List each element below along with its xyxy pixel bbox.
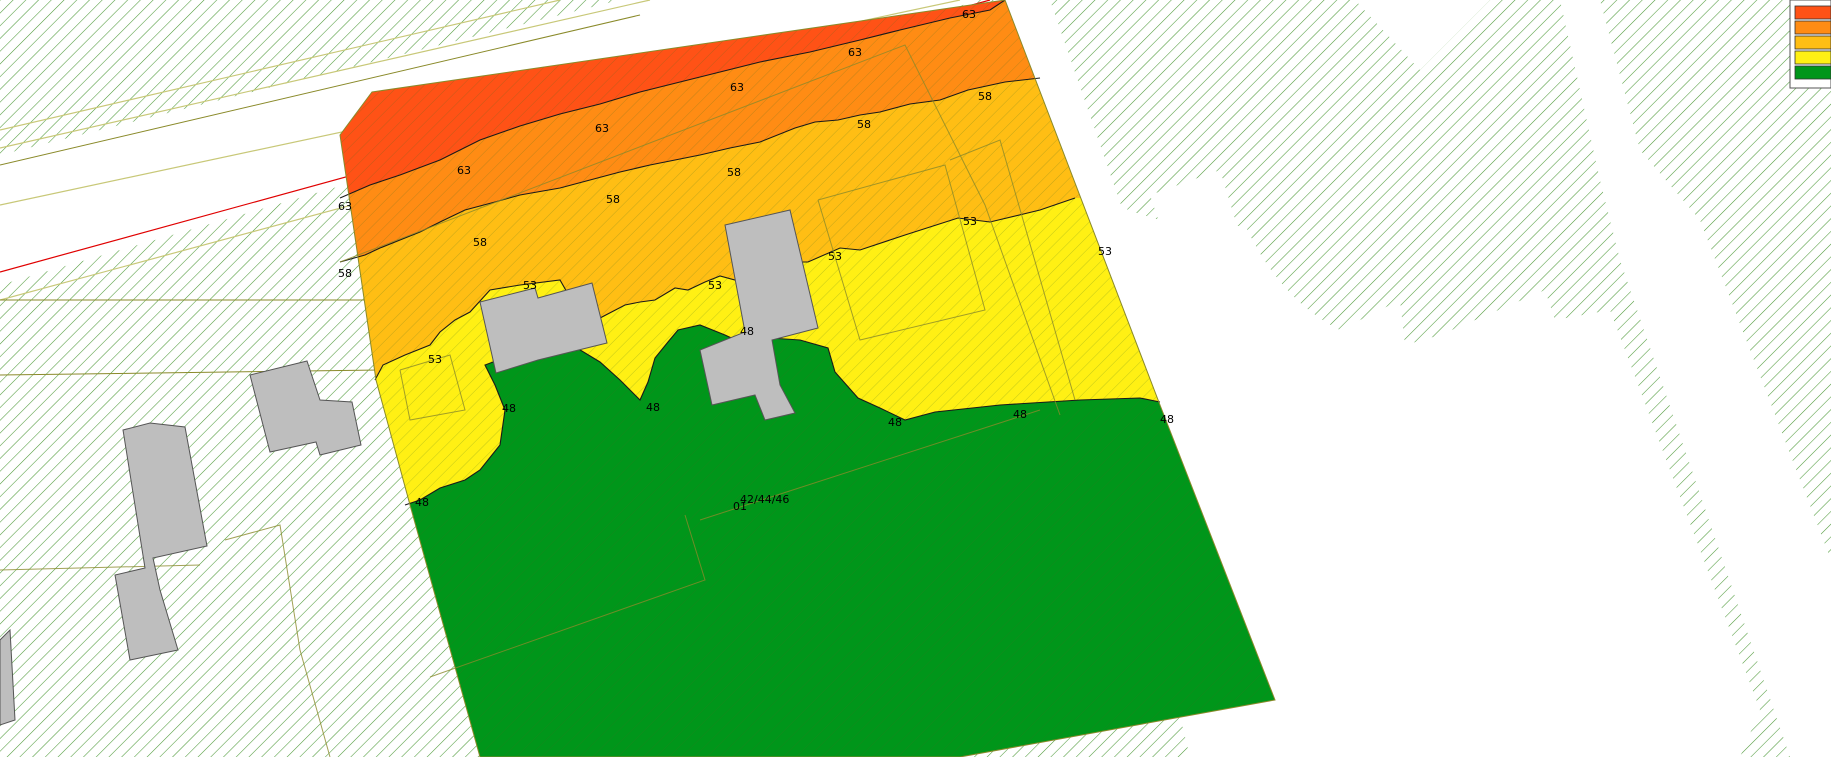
contour-label-63: 63 [848,46,862,59]
legend-swatch [1794,5,1831,20]
contour-label-48: 48 [740,325,754,338]
contour-label-58: 58 [338,267,352,280]
contour-label-53: 53 [708,279,722,292]
contour-label-63: 63 [338,200,352,213]
contour-label-53: 53 [523,279,537,292]
contour-label-53: 53 [1098,245,1112,258]
contour-label-58: 58 [857,118,871,131]
contour-label-58: 58 [727,166,741,179]
contour-label-48: 48 [415,496,429,509]
legend-swatch [1794,65,1831,80]
legend-swatch [1794,20,1831,35]
contour-label-63: 63 [457,164,471,177]
contour-label-58: 58 [978,90,992,103]
legend-swatch [1794,35,1831,50]
receiver-point-value: 42/44/46 [740,493,789,506]
contour-label-48: 48 [1160,413,1174,426]
contour-label-63: 63 [962,8,976,21]
contour-label-48: 48 [502,402,516,415]
contour-label-63: 63 [730,81,744,94]
contour-label-58: 58 [473,236,487,249]
noise-contour-map: 63 63 63 63 63 63 58 58 58 58 58 58 53 5… [0,0,1831,757]
contour-label-48: 48 [1013,408,1027,421]
legend-swatch [1794,50,1831,65]
legend [1789,0,1831,89]
contour-label-53: 53 [428,353,442,366]
contour-label-63: 63 [595,122,609,135]
contour-label-58: 58 [606,193,620,206]
contour-label-48: 48 [888,416,902,429]
contour-label-53: 53 [828,250,842,263]
contour-label-53: 53 [963,215,977,228]
contour-label-48: 48 [646,401,660,414]
